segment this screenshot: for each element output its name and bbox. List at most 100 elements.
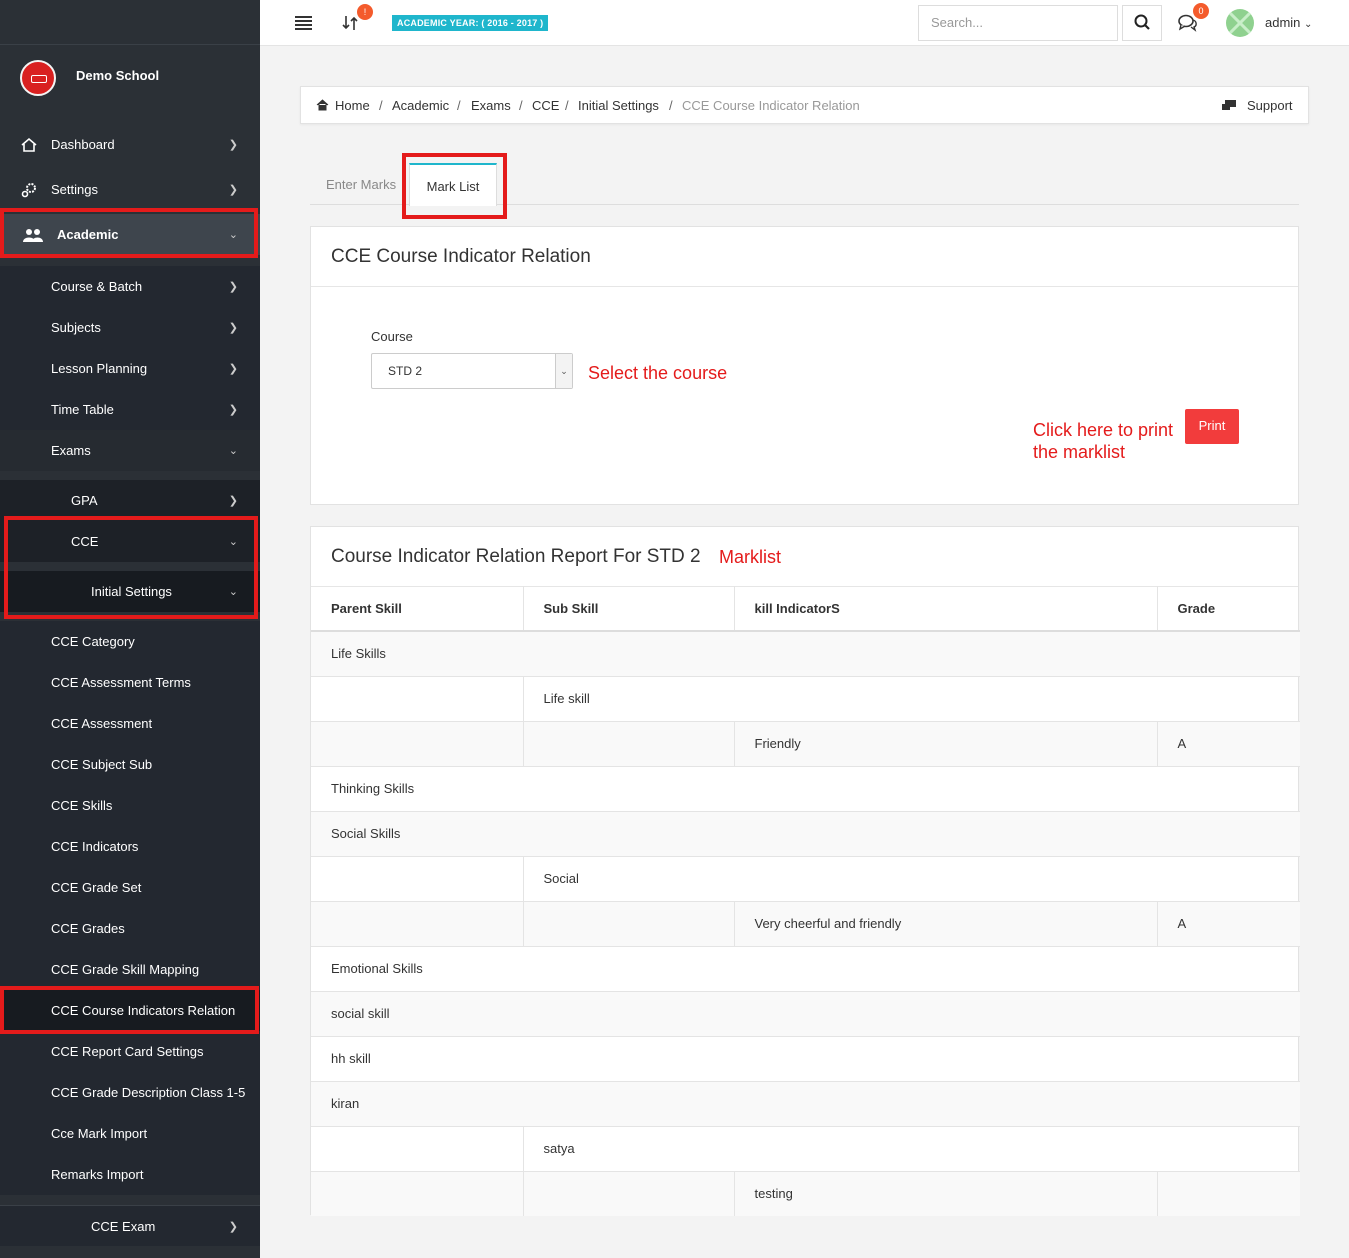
course-select[interactable]: STD 2 ⌄	[371, 353, 573, 389]
topbar: ! ACADEMIC YEAR: ( 2016 - 2017 ) Search.…	[260, 0, 1349, 46]
table-cell: social skill	[311, 990, 1300, 1036]
table-cell: Emotional Skills	[311, 945, 1300, 991]
breadcrumb: Home / Academic / Exams / CCE / Initial …	[300, 86, 1309, 124]
sidebar-top	[0, 0, 260, 45]
school-logo-icon	[20, 60, 56, 96]
breadcrumb-separator: /	[669, 98, 673, 113]
breadcrumb-separator: /	[379, 98, 383, 113]
sidebar-item-cce-setting[interactable]: CCE Indicators	[0, 826, 260, 867]
chevron-down-icon: ⌄	[1304, 19, 1313, 30]
table-row: Life Skills	[311, 630, 1300, 676]
table-row: Life skill	[311, 675, 1300, 721]
sidebar-item-cce-setting[interactable]: CCE Assessment	[0, 703, 260, 744]
table-row: Very cheerful and friendly A	[311, 900, 1300, 946]
sidebar-item-cce-setting[interactable]: CCE Category	[0, 621, 260, 662]
sidebar-item-subjects[interactable]: Subjects ❯	[0, 307, 260, 348]
academic-year-badge[interactable]: ACADEMIC YEAR: ( 2016 - 2017 )	[392, 15, 549, 31]
sidebar-item-label: Remarks Import	[51, 1167, 144, 1182]
course-form-panel: CCE Course Indicator Relation Course STD…	[310, 226, 1299, 505]
sidebar-item-dashboard[interactable]: Dashboard ❯	[0, 124, 260, 165]
table-cell	[523, 720, 735, 766]
user-menu[interactable]: admin ⌄	[1265, 15, 1312, 30]
sidebar-item-course-batch[interactable]: Course & Batch ❯	[0, 266, 260, 307]
support-icon	[1222, 99, 1237, 115]
column-header-sub-skill: Sub Skill	[523, 586, 735, 632]
report-title: Course Indicator Relation Report For STD…	[311, 527, 1298, 587]
sidebar-item-label: CCE Grades	[51, 921, 125, 936]
table-cell: Social Skills	[311, 810, 1300, 856]
course-select-value: STD 2	[388, 364, 423, 378]
breadcrumb-cce[interactable]: CCE	[532, 98, 559, 113]
column-header-parent-skill: Parent Skill	[311, 586, 524, 632]
table-cell: satya	[523, 1125, 1300, 1171]
sidebar-item-cce-setting[interactable]: CCE Assessment Terms	[0, 662, 260, 703]
sidebar-item-gpa[interactable]: GPA ❯	[0, 480, 260, 521]
sidebar-item-label: CCE Exam	[91, 1218, 156, 1234]
chat-badge: 0	[1193, 3, 1209, 19]
table-cell	[311, 720, 524, 766]
table-cell	[311, 900, 524, 946]
search-button[interactable]	[1122, 5, 1162, 41]
table-cell: Thinking Skills	[311, 765, 1300, 811]
sidebar-item-cce-setting[interactable]: CCE Grade Skill Mapping	[0, 949, 260, 990]
user-name: admin	[1265, 15, 1301, 30]
breadcrumb-home[interactable]: Home	[335, 98, 370, 113]
sidebar-item-label: CCE Subject Sub	[51, 757, 153, 772]
breadcrumb-exams[interactable]: Exams	[471, 98, 511, 113]
table-cell	[523, 900, 735, 946]
table-row: hh skill	[311, 1035, 1300, 1081]
search-icon	[1134, 14, 1150, 33]
table-row: Social Skills	[311, 810, 1300, 856]
column-header-grade: Grade	[1157, 586, 1300, 632]
school-brand[interactable]: Demo School	[20, 60, 159, 96]
sidebar-item-cce-setting[interactable]: Remarks Import	[0, 1154, 260, 1195]
annotation-marklist: Marklist	[719, 547, 781, 567]
home-icon	[20, 137, 38, 153]
breadcrumb-initial-settings[interactable]: Initial Settings	[578, 98, 659, 113]
sidebar-item-label: GPA	[71, 493, 98, 508]
table-cell	[311, 675, 524, 721]
table-cell: A	[1157, 720, 1300, 766]
sidebar-item-label: Dashboard	[51, 137, 115, 152]
sidebar-item-cce-setting[interactable]: CCE Grades	[0, 908, 260, 949]
menu-toggle-icon[interactable]	[295, 16, 312, 33]
sidebar-item-exams[interactable]: Exams ⌄	[0, 430, 260, 471]
search-input[interactable]: Search...	[918, 5, 1118, 41]
highlight-academic	[0, 208, 258, 258]
table-cell: hh skill	[311, 1035, 1300, 1081]
table-cell	[311, 1125, 524, 1171]
chevron-down-icon: ⌄	[555, 354, 572, 388]
sidebar-item-cce-exam[interactable]: CCE Exam ❯	[0, 1205, 260, 1246]
annotation-print-line1: Click here to print	[1033, 420, 1174, 440]
table-cell	[311, 1170, 524, 1216]
sidebar-item-label: Subjects	[51, 320, 101, 335]
sidebar-item-cce-setting[interactable]: CCE Report Card Settings	[0, 1031, 260, 1072]
support-link[interactable]: Support	[1247, 98, 1293, 113]
sidebar-item-label: CCE Assessment Terms	[51, 675, 191, 690]
sidebar-item-settings[interactable]: Settings ❯	[0, 169, 260, 210]
sidebar-item-cce-setting[interactable]: CCE Skills	[0, 785, 260, 826]
sidebar-item-cce-setting[interactable]: CCE Subject Sub	[0, 744, 260, 785]
sync-icon[interactable]	[342, 14, 358, 35]
table-row: Friendly A	[311, 720, 1300, 766]
chevron-right-icon: ❯	[228, 404, 238, 416]
table-row: Emotional Skills	[311, 945, 1300, 991]
sidebar-item-lesson-planning[interactable]: Lesson Planning ❯	[0, 348, 260, 389]
course-label: Course	[371, 329, 413, 344]
sidebar-item-time-table[interactable]: Time Table ❯	[0, 389, 260, 430]
home-icon[interactable]	[316, 99, 329, 114]
sidebar-item-cce-setting[interactable]: CCE Grade Set	[0, 867, 260, 908]
sidebar-item-cce-setting[interactable]: CCE Grade Description Class 1-5	[0, 1072, 260, 1113]
table-cell	[523, 1170, 735, 1216]
table-cell: Friendly	[734, 720, 1158, 766]
highlight-cce-initial-settings	[4, 516, 258, 619]
sidebar-item-cce-setting[interactable]: Cce Mark Import	[0, 1113, 260, 1154]
table-cell: Social	[523, 855, 1300, 901]
print-button[interactable]: Print	[1185, 409, 1239, 444]
chevron-right-icon: ❯	[228, 139, 238, 151]
chevron-right-icon: ❯	[228, 322, 238, 334]
sidebar-item-label: CCE Indicators	[51, 839, 139, 854]
user-avatar[interactable]	[1226, 9, 1254, 37]
breadcrumb-academic[interactable]: Academic	[392, 98, 449, 113]
tab-enter-marks[interactable]: Enter Marks	[326, 163, 396, 205]
